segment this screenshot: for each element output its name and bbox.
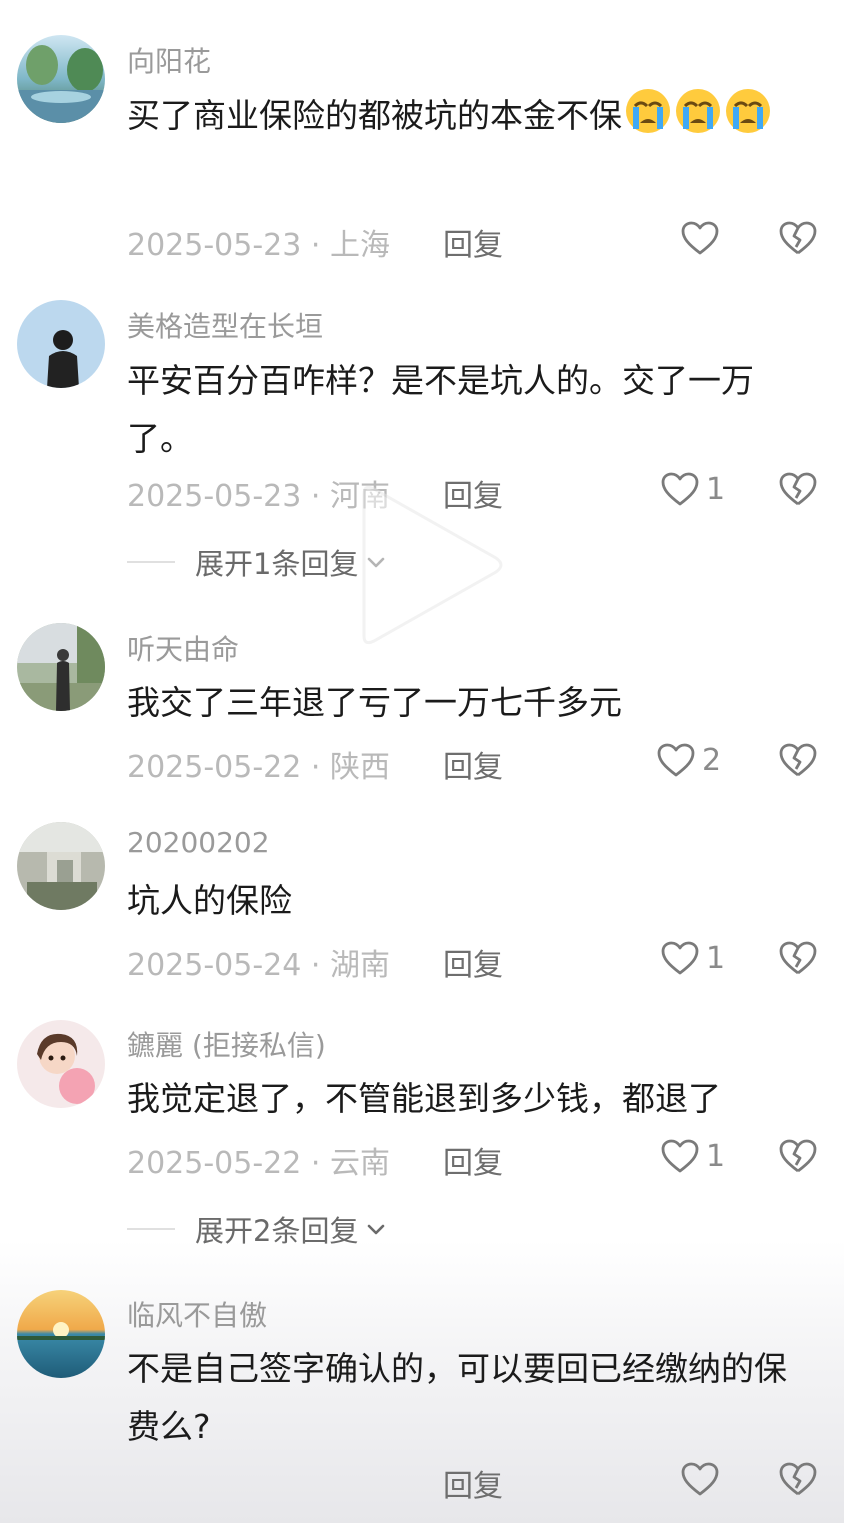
reply-button[interactable]: 回复 bbox=[443, 220, 503, 264]
heart-outline-icon bbox=[661, 1139, 699, 1173]
reply-button[interactable]: 回复 bbox=[443, 1138, 503, 1182]
expand-replies-button[interactable]: 展开1条回复 bbox=[127, 541, 388, 583]
comment-date: 2025-05-23 bbox=[127, 228, 302, 263]
comment-location: 湖南 bbox=[329, 948, 390, 983]
avatar[interactable] bbox=[17, 1020, 105, 1108]
avatar[interactable] bbox=[17, 35, 105, 123]
comment-text: 不是自己签字确认的，可以要回已经缴纳的保费么? bbox=[127, 1349, 787, 1446]
reply-button[interactable]: 回复 bbox=[443, 471, 503, 515]
comment-location: 陕西 bbox=[329, 750, 390, 785]
like-count: 2 bbox=[702, 742, 722, 778]
comment-text: 我交了三年退了亏了一万七千多元 bbox=[127, 683, 622, 722]
broken-heart-icon bbox=[779, 1462, 817, 1496]
comment-location: 河南 bbox=[329, 479, 390, 514]
comment-date: 2025-05-23 bbox=[127, 479, 302, 514]
comment-date: 2025-05-24 bbox=[127, 948, 302, 983]
username[interactable]: 向阳花 bbox=[127, 40, 211, 80]
avatar[interactable] bbox=[17, 300, 105, 388]
like-button[interactable]: 1 bbox=[660, 940, 725, 976]
dislike-button[interactable] bbox=[778, 1137, 818, 1175]
comment-text: 坑人的保险 bbox=[127, 881, 292, 920]
heart-outline-icon bbox=[661, 941, 699, 975]
loudly-crying-face-icon bbox=[674, 87, 722, 135]
loudly-crying-face-icon bbox=[624, 87, 672, 135]
username[interactable]: 听天由命 bbox=[127, 628, 239, 668]
comment-text: 买了商业保险的都被坑的本金不保 bbox=[127, 87, 797, 145]
meta-separator: · bbox=[301, 228, 330, 263]
comment-date: 2025-05-22 bbox=[127, 1146, 302, 1181]
divider bbox=[127, 561, 175, 563]
like-count: 1 bbox=[706, 1138, 726, 1174]
broken-heart-icon bbox=[779, 221, 817, 255]
dislike-button[interactable] bbox=[778, 470, 818, 508]
dislike-button[interactable] bbox=[778, 741, 818, 779]
broken-heart-icon bbox=[779, 941, 817, 975]
avatar[interactable] bbox=[17, 1290, 105, 1378]
username[interactable]: 临风不自傲 bbox=[127, 1294, 267, 1334]
expand-replies-button[interactable]: 展开2条回复 bbox=[127, 1208, 388, 1250]
comment-date: 2025-05-22 bbox=[127, 750, 302, 785]
avatar[interactable] bbox=[17, 623, 105, 711]
broken-heart-icon bbox=[779, 1139, 817, 1173]
like-button[interactable]: 2 bbox=[656, 742, 721, 778]
comment-meta: 2025-05-23 · 上海 bbox=[127, 220, 390, 264]
like-count: 1 bbox=[706, 471, 726, 507]
meta-separator: · bbox=[301, 948, 330, 983]
heart-outline-icon bbox=[657, 743, 695, 777]
comment-location: 上海 bbox=[329, 228, 390, 263]
heart-outline-icon bbox=[661, 472, 699, 506]
like-button[interactable]: 1 bbox=[660, 471, 725, 507]
username[interactable]: 鑣麗 (拒接私信) bbox=[127, 1024, 326, 1064]
comment-text: 平安百分百咋样？是不是坑人的。交了一万了。 bbox=[127, 361, 754, 458]
reply-button[interactable]: 回复 bbox=[443, 742, 503, 786]
meta-separator: · bbox=[301, 479, 330, 514]
comment-meta: 2025-05-22 · 陕西 bbox=[127, 742, 390, 786]
dislike-button[interactable] bbox=[778, 1460, 818, 1498]
divider bbox=[127, 1228, 175, 1230]
like-button[interactable]: 1 bbox=[660, 1138, 725, 1174]
broken-heart-icon bbox=[779, 743, 817, 777]
dislike-button[interactable] bbox=[778, 939, 818, 977]
comment-location: 云南 bbox=[329, 1146, 390, 1181]
chevron-down-icon bbox=[368, 557, 385, 568]
username[interactable]: 美格造型在长垣 bbox=[127, 305, 323, 345]
comment-meta: 2025-05-22 · 云南 bbox=[127, 1138, 390, 1182]
like-button[interactable] bbox=[680, 1461, 720, 1497]
heart-outline-icon bbox=[681, 221, 719, 255]
chevron-down-icon bbox=[368, 1224, 385, 1235]
heart-outline-icon bbox=[681, 1462, 719, 1496]
comment-meta: 2025-05-24 · 湖南 bbox=[127, 940, 390, 984]
like-button[interactable] bbox=[680, 220, 720, 256]
broken-heart-icon bbox=[779, 472, 817, 506]
reply-button[interactable]: 回复 bbox=[443, 1461, 503, 1505]
reply-button[interactable]: 回复 bbox=[443, 940, 503, 984]
username[interactable]: 20200202 bbox=[127, 826, 270, 859]
meta-separator: · bbox=[301, 750, 330, 785]
like-count: 1 bbox=[706, 940, 726, 976]
dislike-button[interactable] bbox=[778, 219, 818, 257]
meta-separator: · bbox=[301, 1146, 330, 1181]
loudly-crying-face-icon bbox=[724, 87, 772, 135]
avatar[interactable] bbox=[17, 822, 105, 910]
comment-meta: 2025-05-23 · 河南 bbox=[127, 471, 390, 515]
comment-text: 我觉定退了，不管能退到多少钱，都退了 bbox=[127, 1079, 721, 1118]
